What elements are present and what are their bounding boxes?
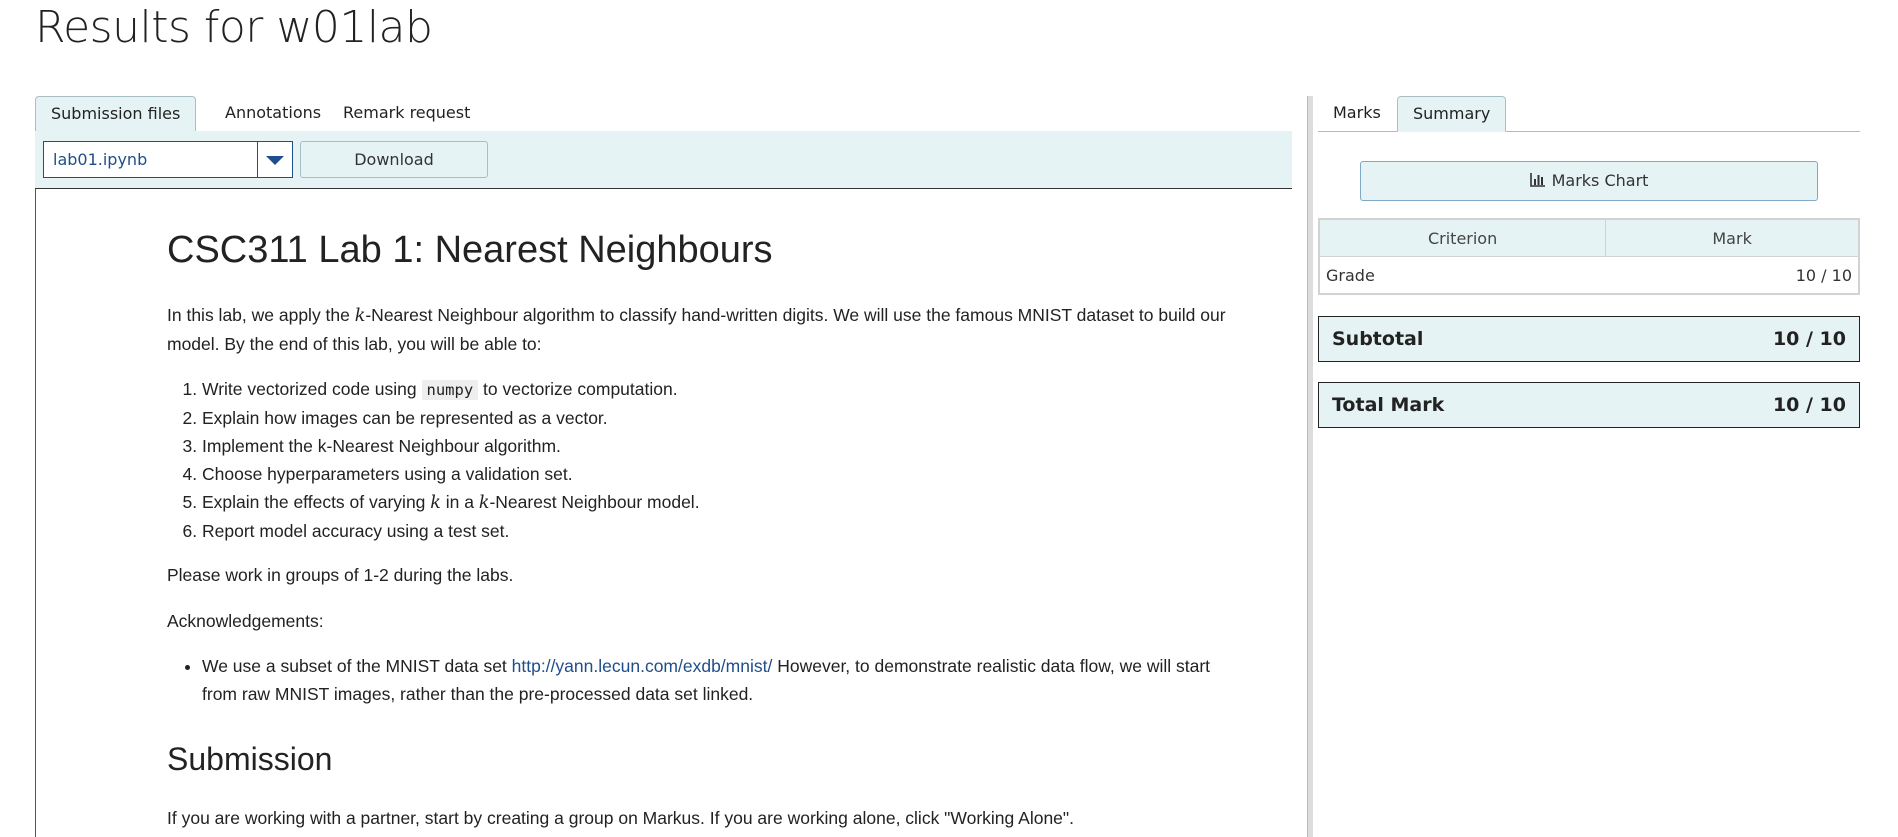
list-item: Write vectorized code using numpy to vec…: [202, 375, 700, 404]
criterion-header: Criterion: [1319, 219, 1607, 257]
mnist-link[interactable]: http://yann.lecun.com/exdb/mnist/: [512, 656, 773, 676]
submission-heading: Submission: [167, 741, 333, 777]
inline-code: numpy: [421, 380, 479, 400]
list-item: Explain the effects of varying k in a k-…: [202, 488, 700, 517]
file-toolbar: lab01.ipynb Download: [35, 131, 1292, 189]
tab-submission-files[interactable]: Submission files: [35, 96, 197, 132]
math-k: k: [478, 493, 490, 513]
marks-chart-label: Marks Chart: [1551, 171, 1649, 190]
file-select[interactable]: lab01.ipynb: [43, 141, 293, 178]
tab-remark-request[interactable]: Remark request: [328, 96, 485, 130]
item-text: Write vectorized code using: [202, 379, 422, 399]
caret-down-icon: [266, 156, 284, 165]
download-button[interactable]: Download: [300, 141, 488, 178]
item-text: Explain the effects of varying: [202, 492, 431, 512]
marks-chart-button[interactable]: Marks Chart: [1360, 161, 1818, 201]
notebook-title: CSC311 Lab 1: Nearest Neighbours: [167, 229, 773, 271]
list-item: Report model accuracy using a test set.: [202, 517, 700, 545]
list-item: Implement the k-Nearest Neighbour algori…: [202, 432, 700, 460]
select-divider: [257, 142, 258, 177]
item-text: We use a subset of the MNIST data set: [202, 656, 512, 676]
groups-paragraph: Please work in groups of 1-2 during the …: [167, 565, 514, 585]
marks-table: Criterion Mark Grade 10 / 10: [1318, 218, 1860, 295]
criterion-cell: Grade: [1319, 256, 1606, 295]
table-row: Grade 10 / 10: [1319, 256, 1859, 295]
item-text: -Nearest Neighbour model.: [489, 492, 700, 512]
list-item: We use a subset of the MNIST data set ht…: [202, 652, 1237, 708]
pane-splitter[interactable]: [1307, 96, 1313, 837]
tab-summary[interactable]: Summary: [1397, 96, 1507, 132]
bar-chart-icon: [1529, 172, 1545, 187]
list-item: Choose hyperparameters using a validatio…: [202, 460, 700, 488]
intro-text: In this lab, we apply the: [167, 305, 355, 325]
mark-header: Mark: [1605, 219, 1860, 257]
marks-pane: Marks Summary Marks Chart Criterion Mark…: [1318, 96, 1860, 837]
total-mark-value: 10 / 10: [1772, 394, 1846, 416]
total-mark-label: Total Mark: [1332, 394, 1445, 416]
tab-annotations[interactable]: Annotations: [210, 96, 336, 130]
item-text: in a: [440, 492, 479, 512]
partner-paragraph: If you are working with a partner, start…: [167, 808, 1074, 828]
math-k: k: [354, 306, 366, 326]
mark-cell: 10 / 10: [1605, 256, 1859, 295]
subtotal-label: Subtotal: [1332, 328, 1424, 350]
list-item: Explain how images can be represented as…: [202, 404, 700, 432]
acknowledgements-list: We use a subset of the MNIST data set ht…: [167, 652, 1237, 708]
right-tab-bar: Marks Summary: [1318, 96, 1860, 132]
table-header-row: Criterion Mark: [1319, 219, 1860, 257]
math-k: k: [430, 493, 441, 513]
item-text: to vectorize computation.: [478, 379, 678, 399]
total-mark-box: Total Mark 10 / 10: [1318, 382, 1860, 428]
tab-marks[interactable]: Marks: [1318, 96, 1396, 130]
page-title: Results for w01lab: [35, 2, 433, 53]
left-tab-bar: Submission files Annotations Remark requ…: [35, 96, 1292, 132]
intro-paragraph: In this lab, we apply the k-Nearest Neig…: [167, 301, 1237, 358]
subtotal-value: 10 / 10: [1772, 328, 1846, 350]
file-select-value: lab01.ipynb: [53, 150, 148, 169]
acknowledgements-label: Acknowledgements:: [167, 611, 324, 631]
notebook-viewer: CSC311 Lab 1: Nearest Neighbours In this…: [35, 189, 1292, 837]
submission-pane: Submission files Annotations Remark requ…: [35, 96, 1292, 837]
subtotal-box: Subtotal 10 / 10: [1318, 316, 1860, 362]
objectives-list: Write vectorized code using numpy to vec…: [167, 375, 700, 545]
